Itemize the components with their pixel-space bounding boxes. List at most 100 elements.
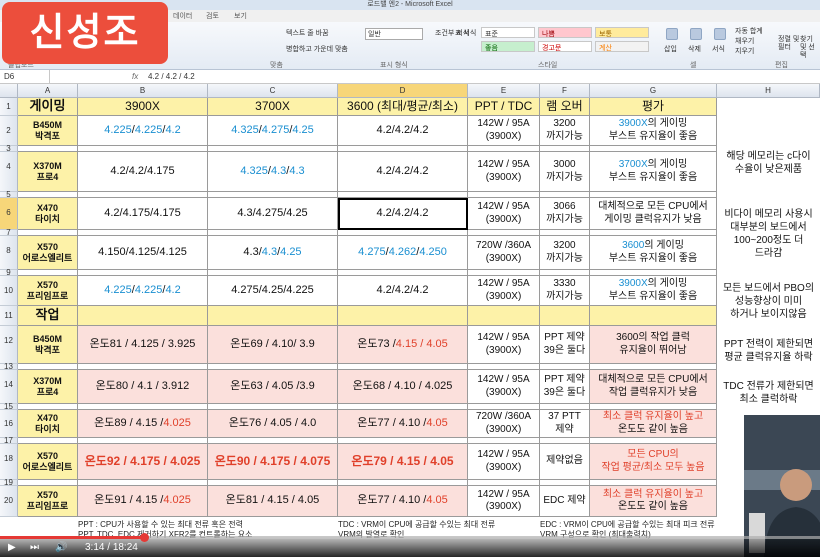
work-3700x[interactable]: 온도63 / 4.05 /3.9 <box>208 370 338 404</box>
work-3700x[interactable]: 온도76 / 4.05 / 4.0 <box>208 410 338 438</box>
work-header-cell[interactable] <box>338 306 468 326</box>
work-3600[interactable]: 온도77 / 4.10 / 4.05 <box>338 486 468 517</box>
header-3600[interactable]: 3600 (최대/평균/최소) <box>338 98 468 116</box>
column-header-f[interactable]: F <box>540 84 590 98</box>
name-box[interactable]: D6 <box>0 70 50 84</box>
style-warning[interactable]: 경고문 <box>538 41 592 52</box>
board-name[interactable]: X570 프리임프로 <box>18 276 78 306</box>
work-3600[interactable]: 온도73 / 4.15 / 4.05 <box>338 326 468 364</box>
limit-value[interactable]: 37 PTT 제약 <box>540 410 590 438</box>
work-3600[interactable]: 온도77 / 4.10 / 4.05 <box>338 410 468 438</box>
review-value[interactable]: 3600의 작업 클럭 유지율이 뛰어남 <box>590 326 717 364</box>
board-name[interactable]: X370M 프로4 <box>18 370 78 404</box>
table-format-button[interactable]: 표 서식 <box>455 28 476 38</box>
value-3600[interactable]: 4.2 / 4.2 / 4.2 <box>338 152 468 192</box>
work-header-cell[interactable] <box>78 306 208 326</box>
value-3700x[interactable]: 4.3 / 4.275 / 4.25 <box>208 198 338 230</box>
autosum-button[interactable]: 자동 합계 <box>735 26 763 36</box>
ppt-tdc-value[interactable]: 720W /360A (3900X) <box>468 410 540 438</box>
review-value[interactable]: 3700X의 게이밍 부스트 유지율이 좋음 <box>590 152 717 192</box>
ppt-tdc-value[interactable]: 142W / 95A (3900X) <box>468 444 540 480</box>
board-name[interactable]: X470 타이치 <box>18 198 78 230</box>
work-3600[interactable]: 온도68 / 4.10 / 4.025 <box>338 370 468 404</box>
fx-icon[interactable]: fx <box>132 72 138 81</box>
sort-filter-button[interactable]: 정렬 및 필터 <box>778 36 800 52</box>
limit-value[interactable]: PPT 제약 39은 둘다 <box>540 326 590 364</box>
work-3900x[interactable]: 온도81 / 4.125 / 3.925 <box>78 326 208 364</box>
work-section-label[interactable]: 작업 <box>18 306 78 326</box>
work-header-cell[interactable] <box>208 306 338 326</box>
board-name[interactable]: X570 어로스엘리트 <box>18 236 78 270</box>
formula-input[interactable]: 4.2 / 4.2 / 4.2 <box>148 72 195 81</box>
column-header-e[interactable]: E <box>468 84 540 98</box>
style-normal[interactable]: 표준 <box>481 27 535 38</box>
column-header-g[interactable]: G <box>590 84 717 98</box>
work-3900x[interactable]: 온도92 / 4.175 / 4.025 <box>78 444 208 480</box>
fill-button[interactable]: 채우기 <box>735 36 754 46</box>
board-name[interactable]: X570 프리임프로 <box>18 486 78 517</box>
value-3700x[interactable]: 4.325 / 4.275 / 4.25 <box>208 116 338 146</box>
header-ram-oc[interactable]: 램 오버 <box>540 98 590 116</box>
value-3700x[interactable]: 4.325 / 4.3 / 4.3 <box>208 152 338 192</box>
board-name[interactable]: B450M 박격포 <box>18 326 78 364</box>
work-3900x[interactable]: 온도91 / 4.15 / 4.025 <box>78 486 208 517</box>
row-header-1[interactable]: 1 <box>0 98 18 116</box>
column-header-c[interactable]: C <box>208 84 338 98</box>
play-icon[interactable]: ▶ <box>8 542 16 553</box>
style-good[interactable]: 좋음 <box>481 41 535 52</box>
value-3600[interactable]: 4.275 / 4.262 / 4.250 <box>338 236 468 270</box>
ppt-tdc-value[interactable]: 142W / 95A (3900X) <box>468 198 540 230</box>
ppt-tdc-value[interactable]: 142W / 95A (3900X) <box>468 116 540 146</box>
ppt-tdc-value[interactable]: 142W / 95A (3900X) <box>468 326 540 364</box>
ppt-tdc-value[interactable]: 142W / 95A (3900X) <box>468 276 540 306</box>
value-3900x[interactable]: 4.225 / 4.225 / 4.2 <box>78 276 208 306</box>
row-header-16[interactable]: 16 <box>0 410 18 438</box>
board-name[interactable]: X370M 프로4 <box>18 152 78 192</box>
corner-cell[interactable] <box>0 84 18 98</box>
review-value[interactable]: 3900X의 게이밍 부스트 유지율이 좋음 <box>590 276 717 306</box>
value-3600[interactable]: 4.2 / 4.2 / 4.2 <box>338 116 468 146</box>
work-header-cell[interactable] <box>540 306 590 326</box>
value-3900x[interactable]: 4.225 / 4.225 / 4.2 <box>78 116 208 146</box>
work-3900x[interactable]: 온도80 / 4.1 / 3.912 <box>78 370 208 404</box>
value-3900x[interactable]: 4.2 / 4.175 / 4.175 <box>78 198 208 230</box>
row-header-6[interactable]: 6 <box>0 198 18 230</box>
row-header-18[interactable]: 18 <box>0 444 18 480</box>
clear-button[interactable]: 지우기 <box>735 46 754 56</box>
board-name[interactable]: X470 타이치 <box>18 410 78 438</box>
format-button[interactable]: 서식 <box>712 44 725 54</box>
row-header-4[interactable]: 4 <box>0 152 18 192</box>
header-3900x[interactable]: 3900X <box>78 98 208 116</box>
limit-value[interactable]: PPT 제약 39은 둘다 <box>540 370 590 404</box>
work-3700x[interactable]: 온도81 / 4.15 / 4.05 <box>208 486 338 517</box>
value-3900x[interactable]: 4.150 / 4.125 / 4.125 <box>78 236 208 270</box>
ram-oc-value[interactable]: 3330 까지가능 <box>540 276 590 306</box>
header-3700x[interactable]: 3700X <box>208 98 338 116</box>
tab-view[interactable]: 보기 <box>234 11 247 21</box>
active-cell-d6[interactable]: 4.2 / 4.2 / 4.2 <box>338 198 468 230</box>
review-value[interactable]: 3900X의 게이밍 부스트 유지율이 좋음 <box>590 116 717 146</box>
review-value[interactable]: 대체적으로 모든 CPU에서 게이밍 클럭유지가 낮음 <box>590 198 717 230</box>
row-header-11[interactable]: 11 <box>0 306 18 326</box>
work-3900x[interactable]: 온도89 / 4.15 / 4.025 <box>78 410 208 438</box>
review-value[interactable]: 모든 CPU의 작업 평균/최소 모두 높음 <box>590 444 717 480</box>
limit-value[interactable]: 제약없음 <box>540 444 590 480</box>
board-name[interactable]: B450M 박격포 <box>18 116 78 146</box>
ram-oc-value[interactable]: 3200 까지가능 <box>540 116 590 146</box>
work-header-cell[interactable] <box>468 306 540 326</box>
row-header-10[interactable]: 10 <box>0 276 18 306</box>
tab-data[interactable]: 데이터 <box>173 11 192 21</box>
delete-button[interactable]: 삭제 <box>688 44 701 54</box>
header-gaming[interactable]: 게이밍 <box>18 98 78 116</box>
column-header-a[interactable]: A <box>18 84 78 98</box>
work-3700x[interactable]: 온도90 / 4.175 / 4.075 <box>208 444 338 480</box>
header-ppt-tdc[interactable]: PPT / TDC <box>468 98 540 116</box>
number-format-select[interactable]: 일반 <box>365 28 423 40</box>
tab-review[interactable]: 검토 <box>206 11 219 21</box>
ram-oc-value[interactable]: 3066 까지가능 <box>540 198 590 230</box>
row-header-12[interactable]: 12 <box>0 326 18 364</box>
header-review[interactable]: 평가 <box>590 98 717 116</box>
value-3700x[interactable]: 4.3 / 4.3 / 4.25 <box>208 236 338 270</box>
find-select-button[interactable]: 찾기 및 선택 <box>800 36 820 60</box>
column-header-b[interactable]: B <box>78 84 208 98</box>
